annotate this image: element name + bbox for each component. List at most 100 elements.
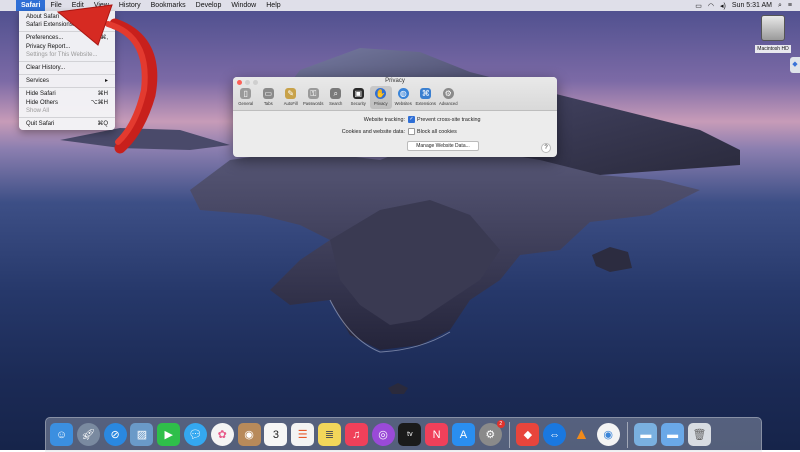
dock-safari[interactable]: ⊘ [103, 423, 127, 446]
menu-item-hide-safari[interactable]: Hide Safari ⌘H [19, 90, 115, 98]
menu-edit[interactable]: Edit [67, 0, 89, 11]
block-cookies-checkbox[interactable] [408, 128, 415, 135]
dock-podcasts[interactable]: ◎ [371, 423, 395, 446]
dock-app-store[interactable]: A [451, 423, 475, 446]
pencil-icon: ✎ [285, 88, 297, 99]
help-button[interactable]: ? [541, 143, 551, 153]
wifi-icon[interactable]: ◠ [708, 2, 714, 10]
manage-website-data-button[interactable]: Manage Website Data... [407, 141, 479, 151]
dock-downloads-folder[interactable]: ▬ [661, 423, 685, 446]
music-icon: ♫ [352, 428, 361, 441]
dock-anydesk[interactable]: ◆ [516, 423, 540, 446]
finder-icon: ☺ [55, 428, 68, 441]
photo-icon: ▨ [136, 429, 148, 441]
menu-separator [19, 31, 115, 33]
airplay-icon[interactable]: ▭ [695, 2, 702, 10]
dock-notes[interactable]: ≣ [317, 423, 341, 446]
menu-window[interactable]: Window [226, 0, 261, 11]
prevent-tracking-option[interactable]: Prevent cross-site tracking [417, 117, 481, 123]
side-panel-tab[interactable]: ◆ [790, 57, 800, 73]
island-illustration [60, 48, 740, 394]
tabs-icon: ▭ [262, 88, 274, 99]
tab-extensions[interactable]: ⌘ Extensions [415, 86, 437, 109]
trash-icon: 🗑︎ [692, 429, 707, 441]
tab-advanced[interactable]: ⚙ Advanced [438, 86, 460, 109]
dock-launchpad[interactable]: 🚀︎ [76, 423, 100, 446]
menu-item-services[interactable]: Services ▸ [19, 77, 115, 85]
volume-icon[interactable]: ◂) [720, 2, 726, 10]
dock-preview[interactable]: ▨ [130, 423, 154, 446]
tab-privacy[interactable]: ✋ Privacy [370, 86, 392, 109]
disk-label: Macintosh HD [755, 45, 791, 53]
folder-icon: ▬ [640, 428, 652, 441]
cone-icon: ▲ [573, 425, 590, 443]
clock[interactable]: Sun 5:31 AM [732, 2, 772, 9]
flower-icon: ✿ [217, 429, 227, 441]
notification-badge: 2 [496, 420, 505, 428]
menu-view[interactable]: View [89, 0, 114, 11]
menu-safari[interactable]: Safari [16, 0, 46, 11]
contacts-icon: ◉ [244, 429, 254, 441]
menu-separator [19, 87, 115, 89]
menu-item-settings-for-website: Settings for This Website... [26, 51, 98, 58]
block-cookies-option[interactable]: Block all cookies [417, 129, 457, 135]
menu-item-quit-safari[interactable]: Quit Safari ⌘Q [19, 120, 115, 128]
cookies-label: Cookies and website data: [341, 128, 405, 135]
key-icon: ⚿ [307, 88, 319, 99]
dock-system-preferences[interactable]: ⚙ 2 [478, 420, 505, 446]
menu-bookmarks[interactable]: Bookmarks [146, 0, 191, 11]
menu-item-about-safari[interactable]: About Safari [19, 13, 115, 21]
anydesk-icon: ◆ [523, 429, 533, 441]
dock-calendar[interactable]: 3 [264, 423, 288, 446]
tab-general[interactable]: ▯ General [235, 86, 257, 109]
dock-contacts[interactable]: ◉ [237, 423, 261, 446]
menu-help[interactable]: Help [261, 0, 285, 11]
dock-reminders[interactable]: ☰ [291, 423, 315, 446]
dock-teamviewer[interactable]: ⇔ [543, 423, 567, 446]
dock-music[interactable]: ♫ [344, 423, 368, 446]
dock-facetime[interactable]: ▶ [157, 423, 181, 446]
dock-news[interactable]: N [425, 423, 449, 446]
menu-item-clear-history[interactable]: Clear History... [19, 64, 115, 72]
compass-icon: ⊘ [110, 429, 120, 441]
safari-app-menu: About Safari Safari Extensions... Prefer… [19, 11, 115, 131]
window-titlebar: Privacy ▯ General ▭ Tabs ✎ AutoFill ⚿ Pa… [233, 77, 557, 111]
menu-file[interactable]: File [45, 0, 66, 11]
dock-chrome[interactable]: ◉ [596, 423, 620, 446]
tab-tabs[interactable]: ▭ Tabs [258, 86, 280, 109]
control-center-icon[interactable]: ≡ [788, 2, 792, 9]
menu-separator [19, 60, 115, 62]
list-icon: ☰ [297, 429, 308, 441]
menu-item-hide-others[interactable]: Hide Others ⌥⌘H [19, 99, 115, 107]
dock-photos[interactable]: ✿ [210, 423, 234, 446]
menu-item-preferences[interactable]: Preferences... ⌘, [19, 34, 115, 42]
menu-history[interactable]: History [114, 0, 146, 11]
tab-autofill[interactable]: ✎ AutoFill [280, 86, 302, 109]
dock-finder[interactable]: ☺ [50, 423, 73, 446]
dock-tv[interactable]: tv [398, 423, 422, 446]
tab-websites[interactable]: ◍ Websites [393, 86, 415, 109]
dock-trash[interactable]: 🗑︎ [687, 423, 711, 446]
video-icon: ▶ [164, 429, 173, 441]
dock-vlc[interactable]: ▲ [570, 423, 593, 446]
menu-separator [19, 74, 115, 76]
tab-search[interactable]: ⌕ Search [325, 86, 347, 109]
search-icon[interactable]: ⌕ [778, 2, 782, 10]
menu-item-privacy-report[interactable]: Privacy Report... [19, 43, 115, 51]
status-area: ▭ ◠ ◂) Sun 5:31 AM ⌕ ≡ [695, 2, 800, 10]
tab-security[interactable]: ▣ Security [348, 86, 370, 109]
macintosh-hd-disk-icon[interactable]: Macintosh HD [753, 15, 793, 53]
calendar-icon: 3 [272, 428, 279, 441]
menu-develop[interactable]: Develop [191, 0, 227, 11]
prevent-tracking-checkbox[interactable]: ✓ [408, 116, 415, 123]
tab-passwords[interactable]: ⚿ Passwords [303, 86, 325, 109]
tv-icon: tv [407, 431, 413, 438]
globe-icon: ◍ [397, 88, 409, 99]
notes-icon: ≣ [324, 429, 335, 441]
menu-item-safari-extensions[interactable]: Safari Extensions... [19, 21, 115, 29]
menu-separator [19, 116, 115, 118]
menu-bar: Safari File Edit View History Bookmarks … [0, 0, 800, 11]
dock-folder[interactable]: ▬ [634, 423, 658, 446]
dock-messages[interactable]: 💬︎ [183, 423, 207, 446]
puzzle-icon: ⌘ [420, 88, 432, 99]
